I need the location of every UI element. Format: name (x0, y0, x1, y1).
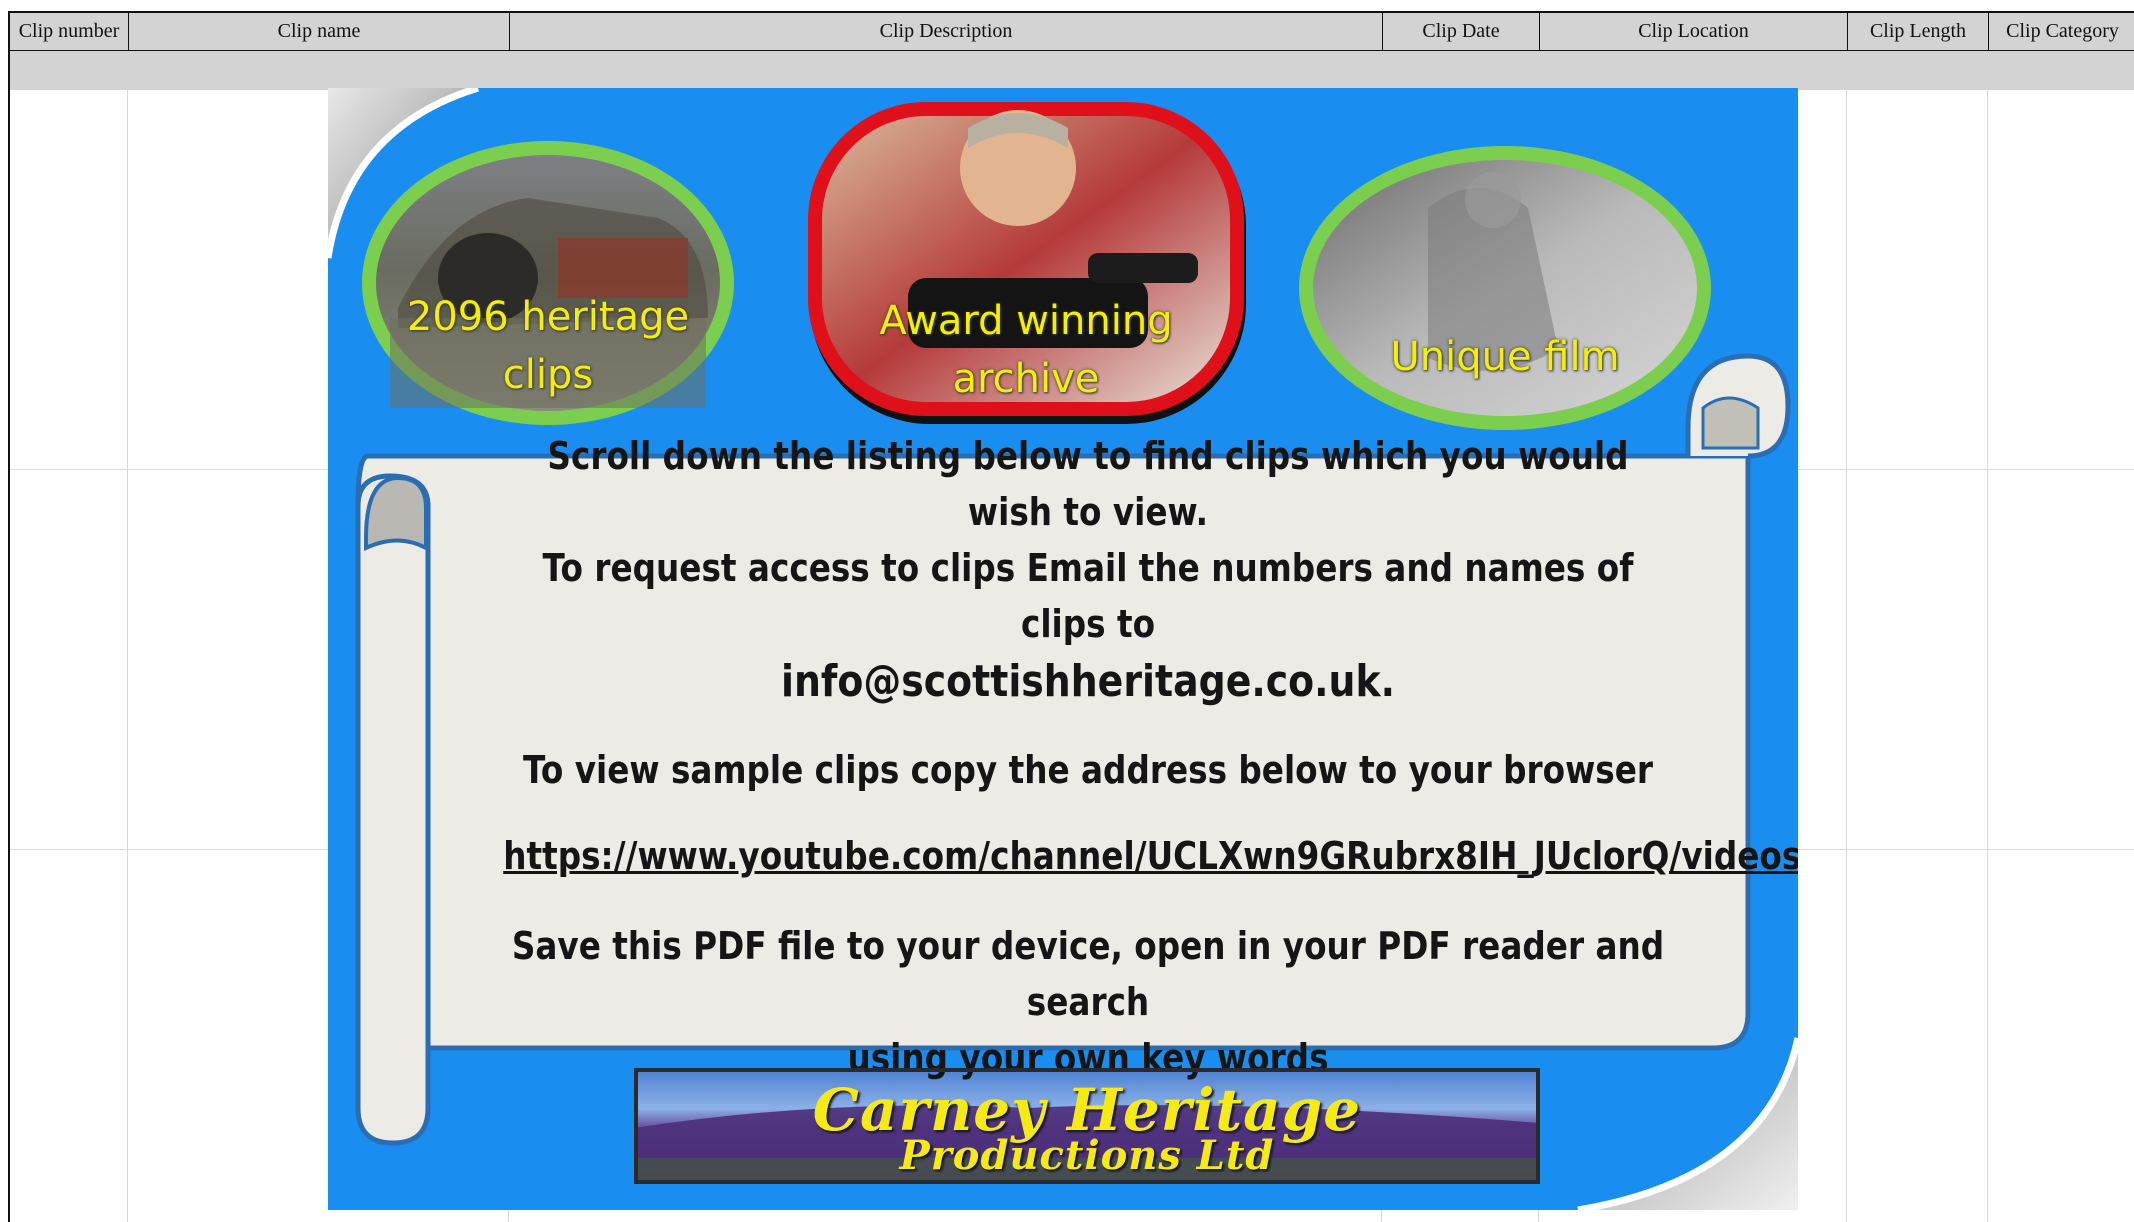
contact-email[interactable]: info@scottishheritage.co.uk. (503, 652, 1673, 712)
header-band (8, 51, 2134, 90)
grid-line (127, 90, 128, 1222)
badge-award-line2: archive (952, 356, 1100, 402)
youtube-link[interactable]: https://www.youtube.com/channel/UCLXwn9G… (503, 828, 1798, 884)
company-logo: Carney Heritage Productions Ltd (634, 1068, 1540, 1184)
badge-heritage-line1: 2096 heritage (406, 294, 690, 340)
column-header-clip-date[interactable]: Clip Date (1383, 13, 1540, 51)
column-header-clip-category[interactable]: Clip Category (1989, 13, 2134, 51)
grid-line (1846, 90, 1847, 1222)
table-header: Clip number Clip name Clip Description C… (8, 11, 2134, 51)
badge-award-line1: Award winning (879, 298, 1173, 344)
notice-line-1: Scroll down the listing below to find cl… (547, 434, 1629, 534)
logo-line-2: Productions Ltd (899, 1132, 1275, 1179)
badge-heritage-line2: clips (502, 352, 594, 398)
column-header-clip-description[interactable]: Clip Description (510, 13, 1383, 51)
notice-line-2: To request access to clips Email the num… (542, 546, 1634, 646)
grid-line (1987, 90, 1988, 1222)
notice-text: Scroll down the listing below to find cl… (503, 428, 1798, 1086)
column-header-clip-length[interactable]: Clip Length (1848, 13, 1989, 51)
column-header-clip-location[interactable]: Clip Location (1540, 13, 1848, 51)
table-left-border (8, 11, 10, 1222)
badge-award: Award winning archive (822, 292, 1230, 408)
column-header-clip-name[interactable]: Clip name (129, 13, 510, 51)
notice-save-line-1: Save this PDF file to your device, open … (511, 924, 1665, 1024)
notice-sample-line: To view sample clips copy the address be… (522, 748, 1654, 792)
badge-unique-line1: Unique film (1390, 334, 1620, 380)
column-header-clip-number[interactable]: Clip number (10, 13, 129, 51)
badge-heritage: 2096 heritage clips (376, 288, 720, 404)
badge-unique: Unique film (1313, 328, 1697, 386)
promo-banner: 2096 heritage clips Award winning archiv… (328, 88, 1798, 1210)
